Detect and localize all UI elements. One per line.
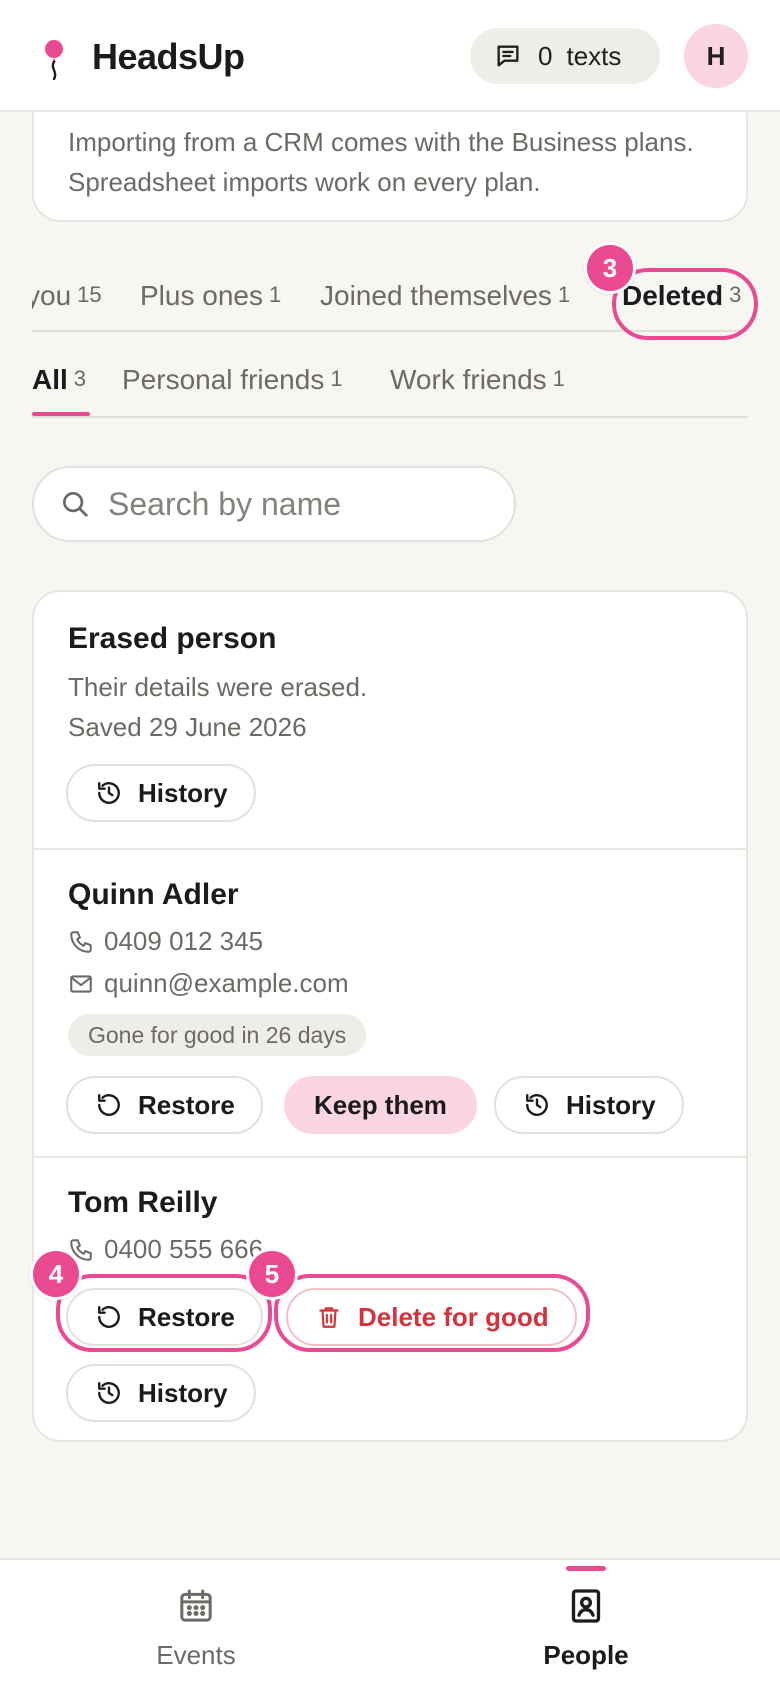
history-icon <box>98 1382 120 1404</box>
tab-label: Personal friends <box>122 364 325 395</box>
history-label: History <box>566 1089 656 1120</box>
nav-events[interactable]: Events <box>96 1586 296 1671</box>
tab-label: Deleted <box>622 280 724 311</box>
nav-people[interactable]: People <box>486 1586 686 1671</box>
active-tab-underline <box>32 412 90 416</box>
trash-icon <box>319 1307 339 1328</box>
tab-all[interactable]: All 3 <box>32 364 86 396</box>
tab-count: 3 <box>729 282 742 307</box>
keep-them-button[interactable]: Keep them <box>284 1076 477 1134</box>
tab-joined-themselves[interactable]: Joined themselves 1 <box>320 280 570 312</box>
tab-you[interactable]: you15 <box>32 280 102 312</box>
phone-icon <box>70 930 92 953</box>
status-badge: Gone for good in 26 days <box>68 1014 367 1056</box>
phone-number: 0400 555 666 <box>104 1234 264 1264</box>
deleted-people-list: Erased person Their details were erased.… <box>32 590 748 1442</box>
restore-label: Restore <box>138 1089 235 1120</box>
tab-label: Joined themselves <box>320 280 552 311</box>
history-label: History <box>138 1377 228 1408</box>
tab-label: All <box>32 364 68 395</box>
restore-label: Restore <box>138 1301 235 1332</box>
phone-number: 0409 012 345 <box>104 926 264 956</box>
message-icon <box>497 45 519 67</box>
balloon-logo-icon <box>45 40 63 80</box>
nav-label: People <box>543 1640 629 1670</box>
phone-row: 0409 012 345 <box>68 926 263 957</box>
list-item: Quinn Adler 0409 012 345 quinn@example.c… <box>34 848 746 1156</box>
contact-book-icon <box>571 1589 601 1623</box>
app-name[interactable]: HeadsUp <box>92 36 245 78</box>
list-item: Tom Reilly 0400 555 666 Restore Delete f… <box>34 1156 746 1442</box>
tab-deleted[interactable]: Deleted 3 <box>622 280 741 312</box>
restore-button[interactable]: Restore <box>66 1076 263 1134</box>
tab-count: 1 <box>268 282 282 307</box>
tab-count: 1 <box>557 282 571 307</box>
search-icon <box>63 492 88 517</box>
texts-label: texts <box>566 40 622 71</box>
tab-label: Work friends <box>390 364 547 395</box>
restore-icon <box>98 1094 120 1116</box>
avatar[interactable]: H <box>684 24 748 88</box>
history-button[interactable]: History <box>66 764 256 822</box>
bottom-nav: Events People <box>0 1558 780 1688</box>
phone-row: 0400 555 666 <box>68 1234 263 1265</box>
mail-icon <box>70 974 92 993</box>
tab-label: Plus ones <box>140 280 263 311</box>
restore-button[interactable]: Restore <box>66 1288 263 1346</box>
list-item: Erased person Their details were erased.… <box>34 592 746 848</box>
annotation-marker: 4 <box>30 1248 82 1300</box>
app-header: HeadsUp 0 texts H <box>0 0 780 112</box>
person-name: Quinn Adler <box>68 878 239 911</box>
texts-count: 0 <box>538 40 553 71</box>
tab-count: 1 <box>552 366 565 391</box>
history-button[interactable]: History <box>66 1364 256 1422</box>
annotation-marker: 5 <box>246 1248 298 1300</box>
texts-counter-button[interactable]: 0 texts <box>470 28 660 84</box>
crm-import-info-text: Importing from a CRM comes with the Busi… <box>68 127 694 197</box>
delete-for-good-label: Delete for good <box>358 1301 549 1332</box>
tab-count: 1 <box>330 366 343 391</box>
tab-work-friends[interactable]: Work friends 1 <box>390 364 565 396</box>
tab-label: you <box>32 280 72 311</box>
person-name: Tom Reilly <box>68 1186 218 1219</box>
search-input[interactable] <box>108 485 468 523</box>
tab-count: 3 <box>73 366 87 391</box>
keep-them-label: Keep them <box>314 1089 447 1120</box>
annotation-marker: 3 <box>584 242 636 294</box>
person-name: Erased person <box>68 622 277 655</box>
active-nav-indicator <box>566 1566 606 1571</box>
history-icon <box>98 782 120 804</box>
saved-date-text: Saved 29 June 2026 <box>68 712 307 742</box>
tab-personal-friends[interactable]: Personal friends 1 <box>122 364 343 396</box>
status-tabs: you15 Plus ones1 Joined themselves1 Dele… <box>32 266 748 332</box>
email-address: quinn@example.com <box>104 968 349 998</box>
history-label: History <box>138 777 228 808</box>
history-icon <box>526 1094 548 1116</box>
calendar-icon <box>180 1589 212 1622</box>
tab-plus-ones[interactable]: Plus ones 1 <box>140 280 281 312</box>
email-row: quinn@example.com <box>68 968 349 999</box>
group-tabs: All 3 Personal friends 1 Work friends 1 <box>32 356 748 418</box>
tab-count: 15 <box>77 282 102 307</box>
nav-label: Events <box>156 1640 236 1670</box>
delete-for-good-button[interactable]: Delete for good <box>286 1288 577 1346</box>
erased-detail-text: Their details were erased. <box>68 672 368 702</box>
search-box[interactable] <box>32 466 516 542</box>
restore-icon <box>98 1306 120 1328</box>
history-button[interactable]: History <box>494 1076 684 1134</box>
